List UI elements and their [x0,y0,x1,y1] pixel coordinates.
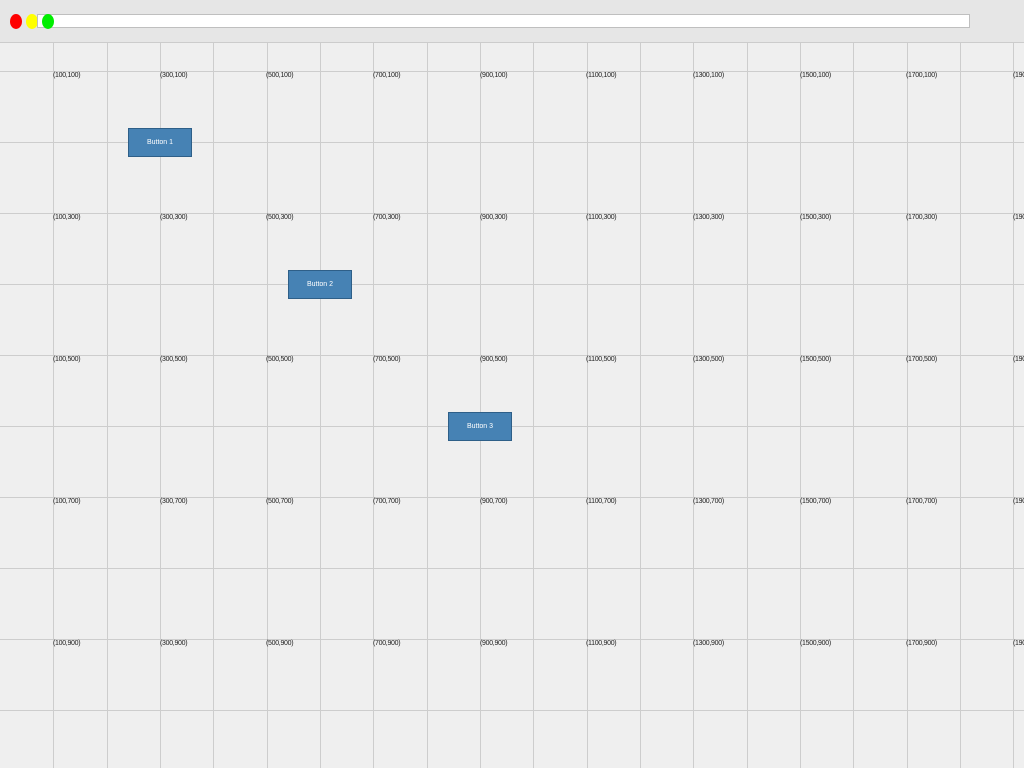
coordinate-label: (1700,700) [906,498,937,505]
coordinate-label: (1100,700) [586,498,617,505]
coordinate-label: (300,100) [160,72,188,79]
coordinate-label: (1300,500) [693,356,724,363]
coordinate-label: (900,100) [480,72,508,79]
grid-vertical-line [427,43,428,768]
button-3[interactable]: Button 3 [448,412,512,441]
coordinate-label: (300,900) [160,640,188,647]
coordinate-label: (1500,100) [800,72,831,79]
button-1[interactable]: Button 1 [128,128,192,157]
coordinate-label: (190 [1013,356,1024,363]
coordinate-label: (1100,300) [586,214,617,221]
grid-vertical-line [320,43,321,768]
app-window: (100,100) (300,100) (500,100) (700,100) (900… [0,0,1024,768]
coordinate-label: (700,100) [373,72,401,79]
coordinate-label: (100,100) [53,72,81,79]
grid-vertical-line [747,43,748,768]
coordinate-label: (1300,100) [693,72,724,79]
grid-vertical-line [907,43,908,768]
coordinate-label: (1500,700) [800,498,831,505]
grid-vertical-line [373,43,374,768]
coordinate-label: (900,700) [480,498,508,505]
coordinate-label: (190 [1013,72,1024,79]
coordinate-label: (190 [1013,498,1024,505]
grid-vertical-line [960,43,961,768]
address-bar-input[interactable] [37,14,970,28]
coordinate-label: (500,100) [266,72,294,79]
close-window-icon[interactable] [10,14,22,29]
coordinate-label: (1500,300) [800,214,831,221]
coordinate-label: (300,500) [160,356,188,363]
grid-horizontal-line [0,710,1024,711]
grid-horizontal-line [0,213,1024,214]
maximize-window-icon[interactable] [42,14,54,29]
grid-vertical-line [267,43,268,768]
coordinate-label: (1300,300) [693,214,724,221]
coordinate-label: (1700,900) [906,640,937,647]
coordinate-label: (100,300) [53,214,81,221]
coordinate-label: (100,700) [53,498,81,505]
coordinate-label: (1700,300) [906,214,937,221]
grid-vertical-line [1013,43,1014,768]
window-titlebar [0,0,1024,43]
grid-vertical-line [213,43,214,768]
grid-horizontal-line [0,355,1024,356]
coordinate-label: (1100,900) [586,640,617,647]
grid-vertical-line [587,43,588,768]
coordinate-label: (900,900) [480,640,508,647]
coordinate-label: (700,700) [373,498,401,505]
coordinate-label: (1700,100) [906,72,937,79]
coordinate-label: (500,500) [266,356,294,363]
coordinate-label: (1100,500) [586,356,617,363]
grid-vertical-line [800,43,801,768]
coordinate-label: (1700,500) [906,356,937,363]
grid-vertical-line [107,43,108,768]
coordinate-label: (1100,100) [586,72,617,79]
coordinate-label: (100,500) [53,356,81,363]
button-2[interactable]: Button 2 [288,270,352,299]
grid-vertical-line [533,43,534,768]
coordinate-label: (1500,900) [800,640,831,647]
coordinate-label: (500,900) [266,640,294,647]
grid-horizontal-line [0,497,1024,498]
grid-vertical-line [53,43,54,768]
coordinate-label: (700,500) [373,356,401,363]
grid-vertical-line [640,43,641,768]
coordinate-label: (1300,900) [693,640,724,647]
coordinate-label: (300,300) [160,214,188,221]
coordinate-label: (300,700) [160,498,188,505]
grid-horizontal-line [0,639,1024,640]
grid-vertical-line [853,43,854,768]
coordinate-label: (190 [1013,640,1024,647]
coordinate-label: (190 [1013,214,1024,221]
grid-horizontal-line [0,71,1024,72]
coordinate-label: (500,700) [266,498,294,505]
coordinate-label: (700,900) [373,640,401,647]
coordinate-label: (1500,500) [800,356,831,363]
grid-horizontal-line [0,284,1024,285]
coordinate-label: (900,500) [480,356,508,363]
coordinate-label: (500,300) [266,214,294,221]
grid-vertical-line [693,43,694,768]
coordinate-label: (100,900) [53,640,81,647]
grid-horizontal-line [0,426,1024,427]
grid-vertical-line [480,43,481,768]
coordinate-label: (700,300) [373,214,401,221]
coordinate-label: (900,300) [480,214,508,221]
grid-horizontal-line [0,568,1024,569]
coordinate-label: (1300,700) [693,498,724,505]
